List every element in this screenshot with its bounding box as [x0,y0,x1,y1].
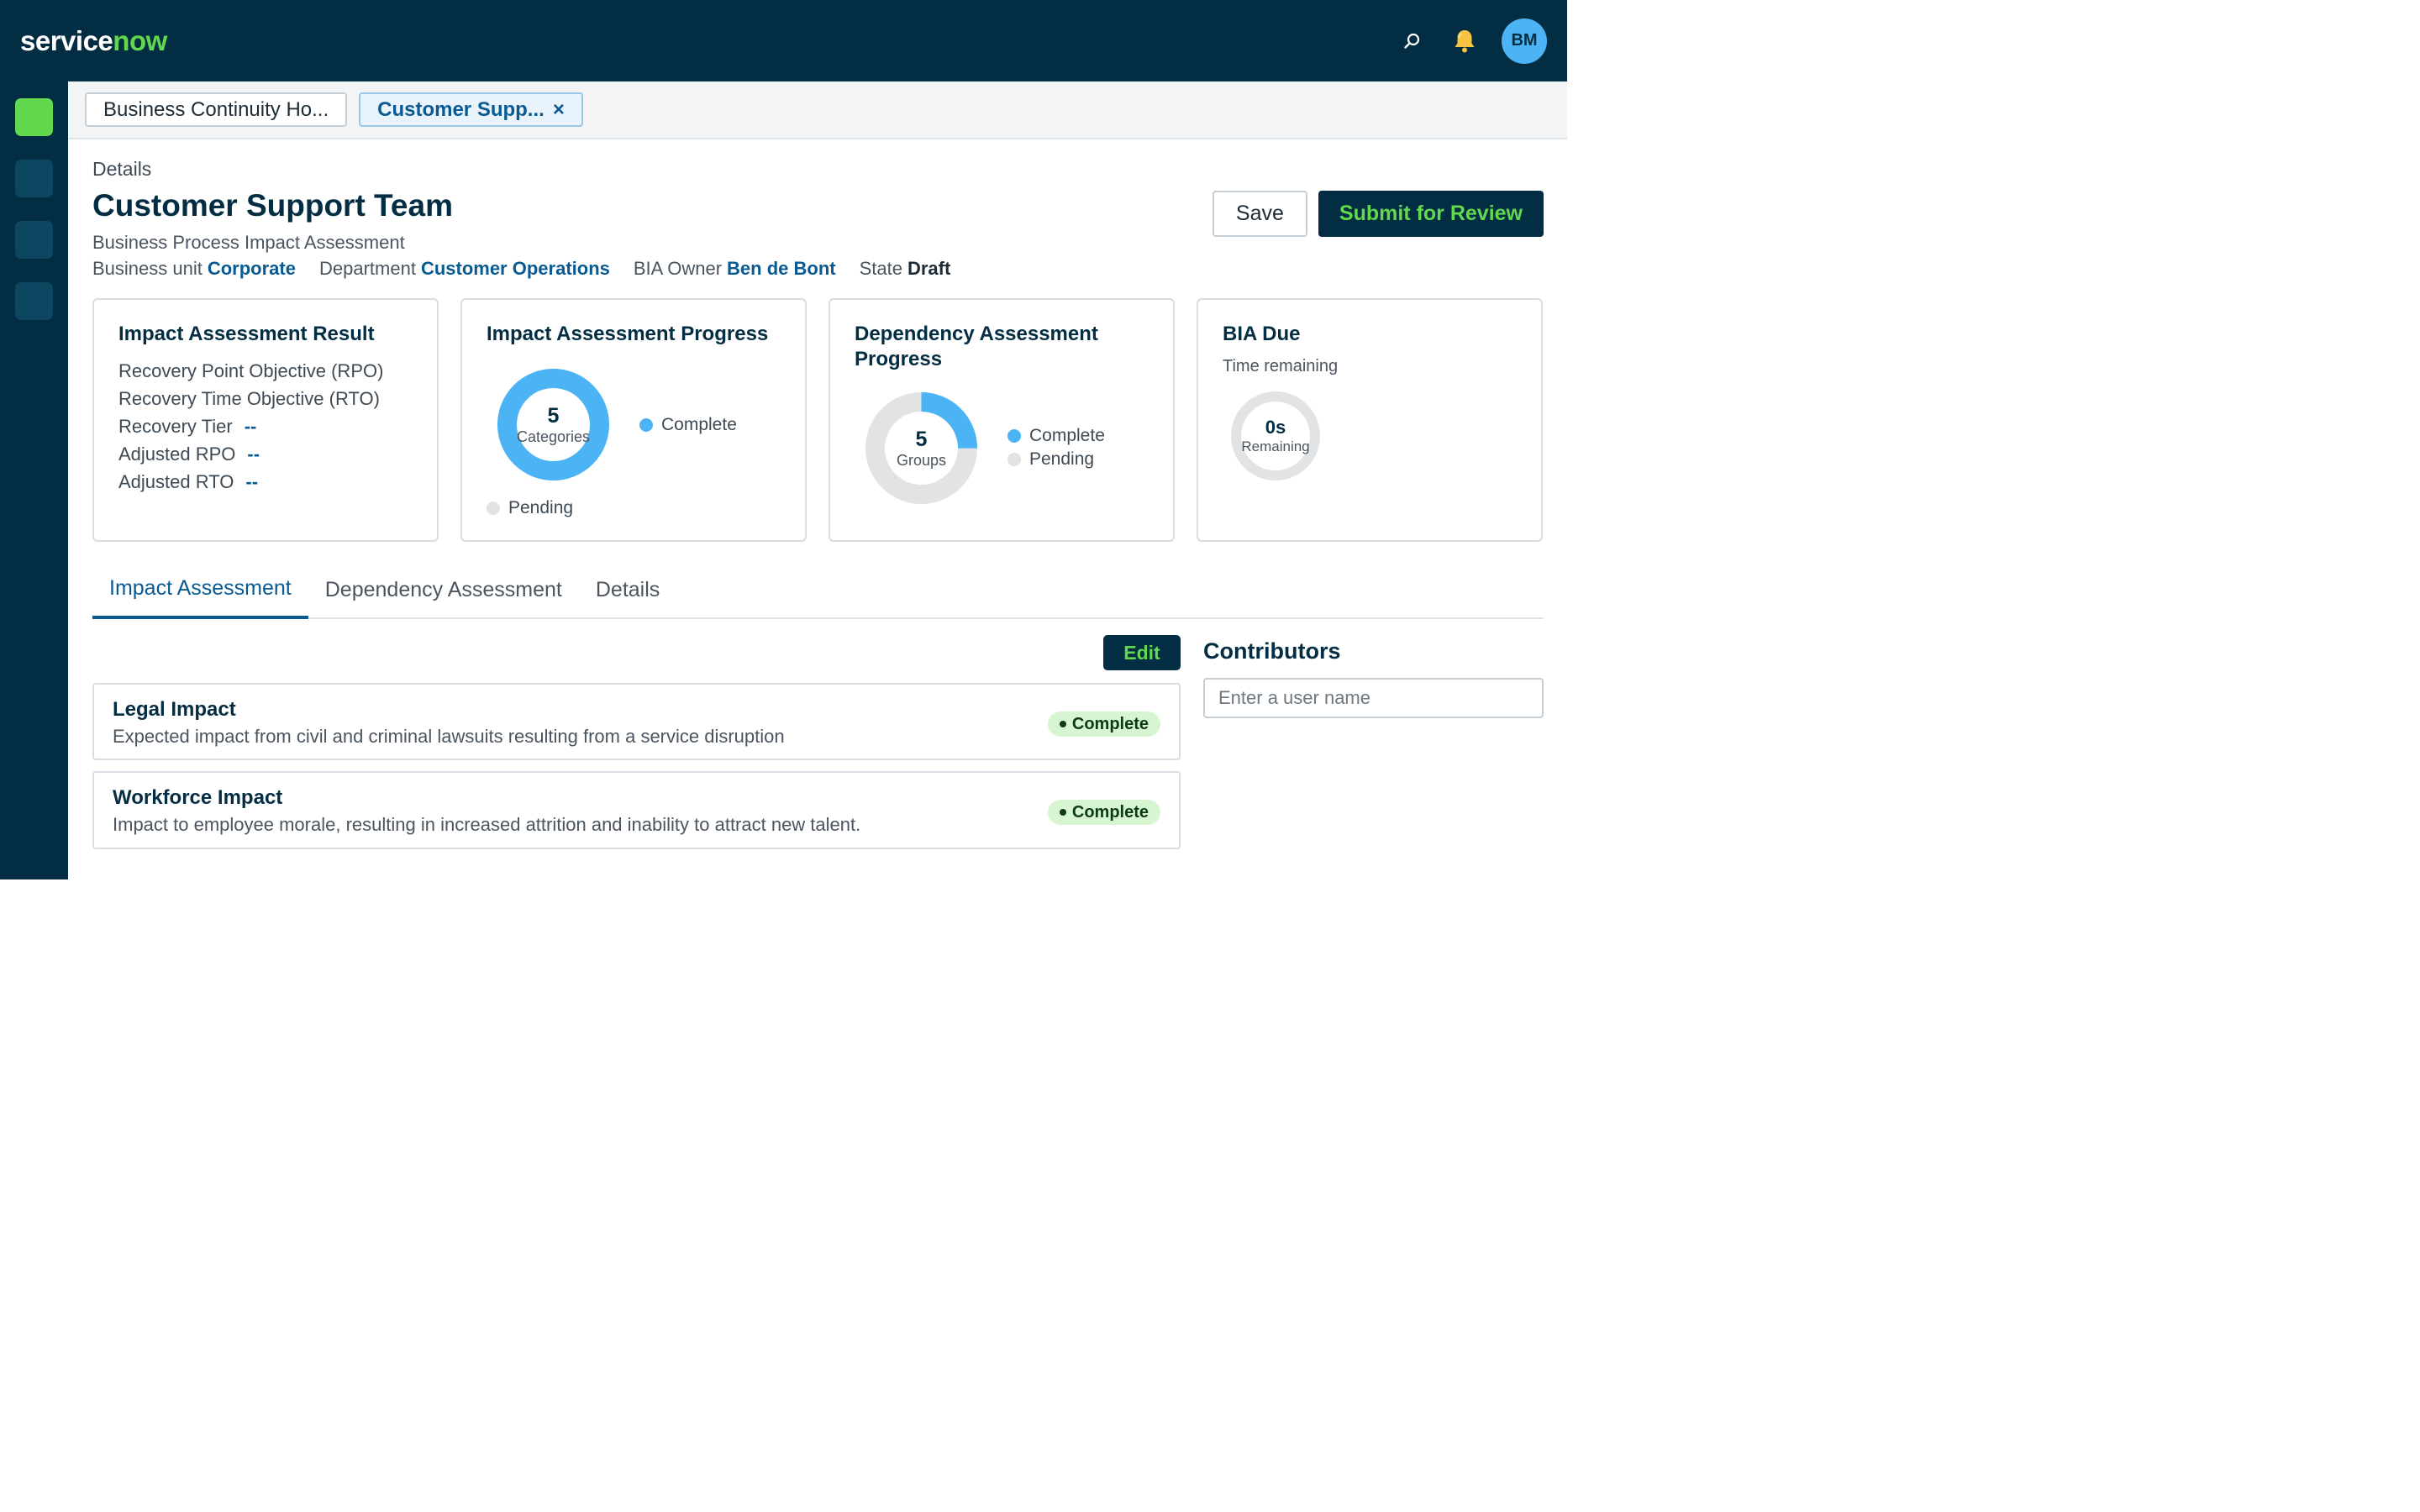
summary-cards: Impact Assessment Result Recovery Point … [92,298,1544,542]
dependency-progress-donut: 5 Groups [864,391,979,506]
impact-result-card: Impact Assessment Result Recovery Point … [92,298,439,542]
bia-due-donut: 0s Remaining [1229,390,1322,482]
contributor-search-input[interactable] [1203,678,1544,718]
legend-pending: Pending [487,498,573,518]
tab-impact-assessment[interactable]: Impact Assessment [92,561,308,619]
status-badge: Complete [1047,800,1160,825]
donut-caption: Groups [896,451,947,469]
page-subtitle: Business Process Impact Assessment [92,232,405,253]
status-dot [1059,721,1066,727]
close-tab-icon[interactable]: × [553,98,565,122]
page-title: Customer Support Team [92,188,453,223]
card-title: BIA Due [1223,323,1301,345]
donut-caption: Remaining [1241,438,1310,454]
workspace-tab-customer-support[interactable]: Customer Supp... × [359,92,583,127]
save-button[interactable]: Save [1212,191,1307,237]
rpo-row: Recovery Point Objective (RPO) [118,357,413,385]
tab-dependency-assessment[interactable]: Dependency Assessment [308,561,579,619]
department-label: Department [318,258,416,279]
logo-text-now: now [113,24,167,56]
record-actions: Save Submit for Review [1212,191,1544,237]
rail-item-3[interactable] [15,221,53,259]
status-dot [1059,809,1066,816]
card-title: Dependency Assessment Progress [855,323,1098,370]
rail-item-2[interactable] [15,160,53,197]
adjusted-rpo-value: -- [247,444,260,465]
recovery-tier-row: Recovery Tier -- [118,412,413,440]
left-nav-rail [0,81,68,879]
workspace-tab-business-continuity[interactable]: Business Continuity Ho... [85,92,348,127]
contributors-title: Contributors [1203,638,1341,664]
rto-row: Recovery Time Objective (RTO) [118,385,413,412]
dependency-progress-card: Dependency Assessment Progress 5 Groups … [829,298,1175,542]
status-badge: Complete [1047,711,1160,737]
business-unit-label: Business unit [92,258,203,279]
record-meta: Business unit Corporate Department Customer… [92,258,974,280]
complete-dot [639,418,653,432]
impact-item-description: Impact to employee morale, resulting in … [113,814,861,835]
business-unit-link[interactable]: Corporate [208,258,296,279]
adjusted-rto-row: Adjusted RTO -- [118,468,413,496]
breadcrumb: Details [92,158,152,180]
user-avatar[interactable]: BM [1502,18,1547,64]
bia-owner-link[interactable]: Ben de Bont [727,258,836,279]
pending-dot [487,501,500,515]
submit-for-review-button[interactable]: Submit for Review [1318,191,1544,237]
department-link[interactable]: Customer Operations [421,258,610,279]
tab-details[interactable]: Details [579,561,676,619]
rto-label: Recovery Time Objective (RTO) [118,388,380,409]
donut-total: 5 [547,403,560,428]
legend-label: Pending [508,498,574,517]
impact-progress-donut: 5 Categories [496,367,611,482]
donut-caption: Categories [516,428,591,445]
donut-total: 5 [915,427,928,451]
status-badge-label: Complete [1071,802,1149,822]
legend-label: Complete [661,415,737,434]
adjusted-rpo-row: Adjusted RPO -- [118,440,413,468]
bell-icon[interactable] [1449,26,1480,56]
impact-item-title: Legal Impact [113,698,236,721]
adjusted-rto-label: Adjusted RTO [118,471,234,492]
legend-label: Pending [1029,449,1095,469]
recovery-tier-value: -- [244,416,257,437]
bia-owner-label: BIA Owner [633,258,723,279]
time-remaining-label: Time remaining [1223,357,1339,375]
pending-dot [1007,453,1021,466]
legend-complete: Complete [1007,426,1105,446]
complete-dot [1007,429,1021,443]
servicenow-logo[interactable]: servicenow [20,25,167,57]
card-title: Impact Assessment Progress [487,323,769,345]
status-badge-label: Complete [1071,714,1149,733]
rpo-label: Recovery Point Objective (RPO) [118,360,384,381]
impact-item-workforce[interactable]: Workforce Impact Impact to employee mora… [92,771,1181,849]
rail-item-active[interactable] [15,98,53,136]
impact-item-legal[interactable]: Legal Impact Expected impact from civil … [92,683,1181,760]
rail-item-4[interactable] [15,282,53,320]
edit-button[interactable]: Edit [1103,635,1181,670]
top-nav-bar: servicenow BM [0,0,1567,81]
bia-due-card: BIA Due Time remaining 0s Remaining [1197,298,1543,542]
workspace-tab-label: Customer Supp... [377,97,544,121]
record-tabs: Impact Assessment Dependency Assessment … [92,561,1544,619]
workspace-tab-label: Business Continuity Ho... [103,97,329,121]
impact-item-title: Workforce Impact [113,786,283,809]
legend-pending: Pending [1007,449,1094,470]
time-remaining-value: 0s [1265,417,1286,438]
impact-progress-card: Impact Assessment Progress 5 Categories … [460,298,807,542]
app-window: servicenow BM Business Continuity Ho... … [0,0,1567,879]
state-value: Draft [907,258,951,279]
card-title: Impact Assessment Result [118,323,375,345]
adjusted-rpo-label: Adjusted RPO [118,444,236,465]
adjusted-rto-value: -- [245,471,259,492]
impact-item-description: Expected impact from civil and criminal … [113,726,785,747]
logo-text-service: service [20,24,113,56]
workspace-tab-strip: Business Continuity Ho... Customer Supp.… [68,81,1567,139]
state-label: State [859,258,902,279]
legend-label: Complete [1029,426,1105,445]
search-icon[interactable] [1397,26,1428,56]
legend-complete: Complete [639,415,737,435]
recovery-tier-label: Recovery Tier [118,416,233,437]
